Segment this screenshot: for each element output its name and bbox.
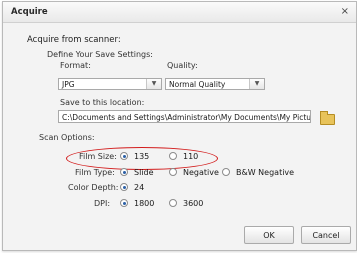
film-type-negative-label: Negative: [183, 168, 219, 177]
film-type-slide-label: Slide: [134, 168, 154, 177]
save-settings-heading: Define Your Save Settings:: [47, 50, 153, 59]
quality-value: Normal Quality: [169, 80, 226, 89]
chevron-down-icon[interactable]: ▼: [249, 79, 264, 89]
quality-label: Quality:: [167, 61, 198, 70]
film-type-negative-radio[interactable]: [169, 168, 177, 176]
film-type-slide-radio[interactable]: [120, 168, 128, 176]
format-select[interactable]: JPG ▼: [58, 78, 162, 90]
film-type-label: Film Type:: [75, 168, 115, 177]
window-title: Acquire: [11, 7, 48, 17]
location-value: C:\Documents and Settings\Administrator\…: [62, 113, 311, 122]
format-value: JPG: [62, 80, 75, 89]
color-depth-24-radio[interactable]: [120, 183, 128, 191]
location-field[interactable]: C:\Documents and Settings\Administrator\…: [58, 110, 311, 123]
film-type-bw-negative-label: B&W Negative: [236, 168, 295, 177]
chevron-down-icon[interactable]: ▼: [146, 79, 161, 89]
dpi-3600-radio[interactable]: [169, 199, 177, 207]
cancel-button[interactable]: Cancel: [301, 226, 351, 244]
ok-button[interactable]: OK: [244, 226, 294, 244]
highlight-ellipse: [66, 147, 218, 170]
scan-options-heading: Scan Options:: [39, 133, 95, 142]
color-depth-label: Color Depth:: [68, 183, 119, 192]
section-title: Acquire from scanner:: [27, 35, 121, 45]
quality-select[interactable]: Normal Quality ▼: [165, 78, 265, 90]
dpi-1800-label: 1800: [134, 199, 155, 208]
dpi-3600-label: 3600: [183, 199, 204, 208]
close-icon[interactable]: ×: [341, 6, 349, 17]
dpi-label: DPI:: [94, 199, 111, 208]
dpi-1800-radio[interactable]: [120, 199, 128, 207]
color-depth-24-label: 24: [134, 183, 145, 192]
acquire-dialog: Acquire × Acquire from scanner: Define Y…: [2, 1, 357, 251]
format-label: Format:: [60, 61, 91, 70]
location-label: Save to this location:: [60, 98, 145, 107]
folder-icon[interactable]: [320, 111, 335, 125]
film-type-bw-negative-radio[interactable]: [222, 168, 230, 176]
title-bar: Acquire ×: [3, 2, 356, 23]
